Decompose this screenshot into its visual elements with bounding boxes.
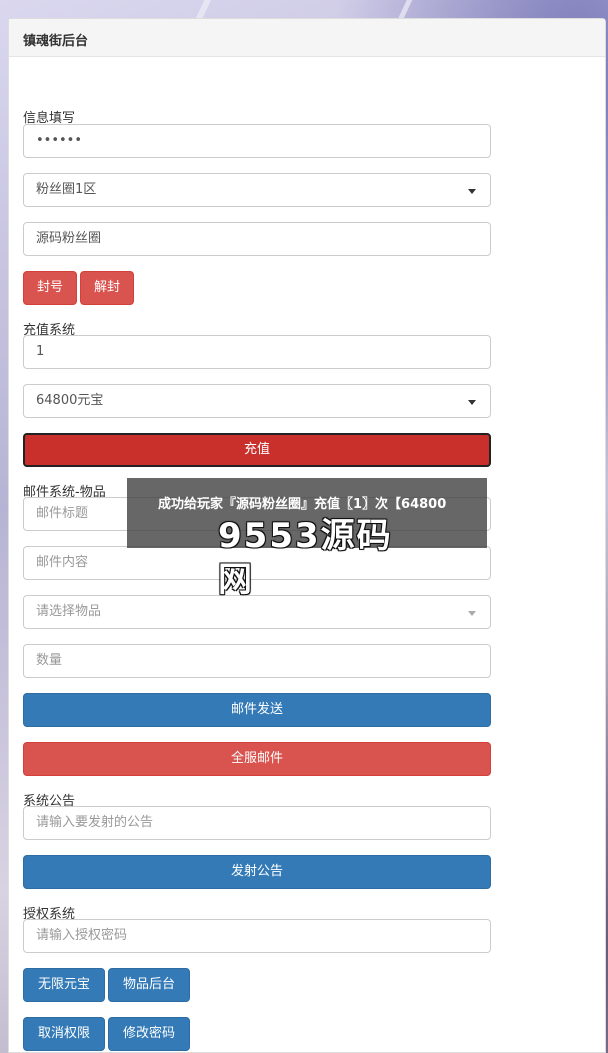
chevron-down-icon <box>468 611 476 616</box>
password-input[interactable]: •••••• <box>23 124 491 158</box>
recharge-amount-value: 64800元宝 <box>36 393 104 408</box>
chevron-down-icon <box>468 400 476 405</box>
recharge-count-input[interactable]: 1 <box>23 335 491 369</box>
server-select[interactable]: 粉丝圈1区 <box>23 173 491 207</box>
quantity-input[interactable]: 数量 <box>23 644 491 678</box>
server-select-value: 粉丝圈1区 <box>36 182 97 197</box>
panel-title: 镇魂街后台 <box>9 19 605 57</box>
recharge-amount-select[interactable]: 64800元宝 <box>23 384 491 418</box>
item-select-placeholder: 请选择物品 <box>36 604 102 619</box>
auth-password-input[interactable]: 请输入授权密码 <box>23 919 491 953</box>
revoke-permission-button[interactable]: 取消权限 <box>23 1017 105 1051</box>
watermark-logo: 9553源码网 <box>218 516 393 600</box>
items-backend-button[interactable]: 物品后台 <box>108 968 190 1002</box>
send-mail-button[interactable]: 邮件发送 <box>23 693 491 727</box>
announcement-input[interactable]: 请输入要发射的公告 <box>23 806 491 840</box>
chevron-down-icon <box>468 189 476 194</box>
recharge-button[interactable]: 充值 <box>23 433 491 467</box>
change-password-button[interactable]: 修改密码 <box>108 1017 190 1051</box>
unban-button[interactable]: 解封 <box>80 271 134 305</box>
item-select[interactable]: 请选择物品 <box>23 595 491 629</box>
unlimited-yuanbao-button[interactable]: 无限元宝 <box>23 968 105 1002</box>
player-name-input[interactable]: 源码粉丝圈 <box>23 222 491 256</box>
send-all-mail-button[interactable]: 全服邮件 <box>23 742 491 776</box>
announcement-button[interactable]: 发射公告 <box>23 855 491 889</box>
ban-button[interactable]: 封号 <box>23 271 77 305</box>
